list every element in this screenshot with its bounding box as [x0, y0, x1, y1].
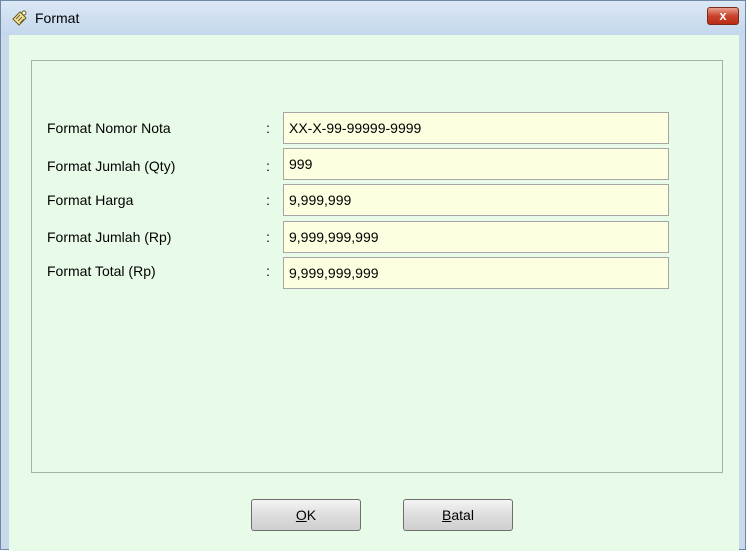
format-dialog: Format x Format Nomor Nota : XX-X-99-999… — [0, 0, 746, 551]
colon-separator: : — [266, 229, 270, 245]
label-format-total-rp: Format Total (Rp) — [47, 263, 156, 279]
dialog-client-area: Format Nomor Nota : XX-X-99-99999-9999 F… — [9, 35, 739, 551]
colon-separator: : — [266, 158, 270, 174]
colon-separator: : — [266, 263, 270, 279]
label-format-jumlah-rp: Format Jumlah (Rp) — [47, 229, 172, 245]
label-format-jumlah-qty: Format Jumlah (Qty) — [47, 158, 176, 174]
format-nomor-nota-input[interactable]: XX-X-99-99999-9999 — [283, 112, 669, 144]
colon-separator: : — [266, 120, 270, 136]
batal-button[interactable]: Batal — [403, 499, 513, 531]
close-button[interactable]: x — [707, 7, 739, 25]
batal-button-accelerator: B — [442, 507, 452, 523]
format-total-rp-input[interactable]: 9,999,999,999 — [283, 257, 669, 289]
colon-separator: : — [266, 192, 270, 208]
format-jumlah-rp-input[interactable]: 9,999,999,999 — [283, 221, 669, 253]
label-format-nomor-nota: Format Nomor Nota — [47, 120, 171, 136]
label-format-harga: Format Harga — [47, 192, 134, 208]
ok-button[interactable]: OK — [251, 499, 361, 531]
batal-button-label: atal — [451, 507, 474, 523]
title-bar[interactable]: Format x — [1, 1, 745, 35]
window-title: Format — [35, 10, 80, 26]
close-icon: x — [719, 8, 727, 23]
ok-button-label: K — [306, 507, 317, 523]
format-jumlah-qty-input[interactable]: 999 — [283, 148, 669, 180]
format-harga-input[interactable]: 9,999,999 — [283, 184, 669, 216]
ok-button-accelerator: O — [295, 507, 307, 523]
format-app-icon — [11, 9, 29, 27]
